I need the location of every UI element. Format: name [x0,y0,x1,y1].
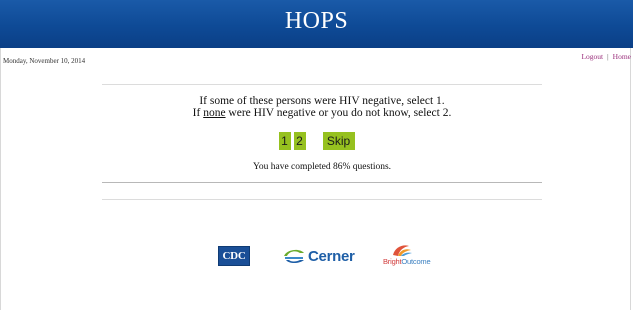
divider-bottom [102,199,542,200]
top-links: Logout | Home [581,52,631,61]
brightoutcome-word-2: Outcome [401,257,431,266]
cerner-swoosh-icon [284,249,304,263]
question-line-2: If none were HIV negative or you do not … [102,107,542,119]
question-text: If some of these persons were HIV negati… [102,95,542,119]
question-line-2-suffix: were HIV negative or you do not know, se… [225,107,452,119]
cerner-wordmark: Cerner [308,247,355,265]
question-line-2-prefix: If [192,107,204,119]
cdc-logo: CDC [218,246,250,266]
brightoutcome-flame-icon [393,245,412,256]
answer-options: 1 2 Skip [0,132,633,150]
logout-link[interactable]: Logout [581,52,603,61]
answer-button-1[interactable]: 1 [278,132,291,150]
link-separator: | [607,52,609,61]
cerner-logo: Cerner [283,245,355,267]
current-date: Monday, November 10, 2014 [3,57,86,65]
progress-text: You have completed 86% questions. [252,162,392,172]
question-line-1: If some of these persons were HIV negati… [199,95,445,107]
skip-button[interactable]: Skip [322,132,355,150]
partner-logos: CDC Cerner BrightOutcome [0,245,633,271]
divider-top [102,84,542,85]
home-link[interactable]: Home [613,52,631,61]
header-bar: HOPS [0,0,633,48]
divider-middle [102,182,542,183]
answer-button-2[interactable]: 2 [293,132,306,150]
brightoutcome-word-1: Bright [383,257,402,266]
app-title: HOPS [284,8,349,34]
question-line-2-emphasis: none [203,107,226,119]
brightoutcome-wordmark: BrightOutcome [383,257,431,266]
